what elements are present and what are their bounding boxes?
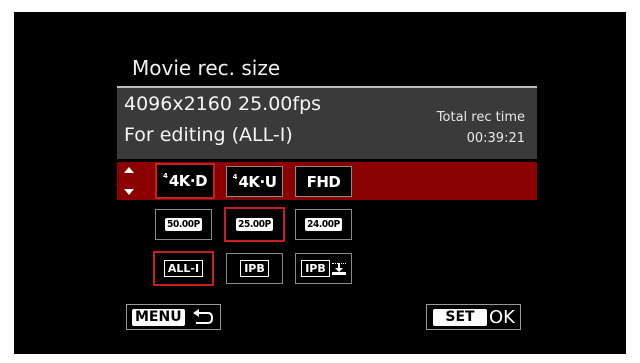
size-option-label: 4K·U (238, 172, 277, 191)
compression-option-ipb[interactable]: IPB (226, 253, 283, 284)
mode-text: For editing (ALL-I) (124, 124, 293, 146)
info-panel: 4096x2160 25.00fps For editing (ALL-I) T… (117, 88, 537, 159)
total-rec-time-value: 00:39:21 (466, 131, 525, 146)
scroll-arrows[interactable] (121, 164, 139, 198)
set-label: SET (433, 309, 487, 326)
ok-label: OK (489, 307, 515, 328)
compression-option-label: IPB (301, 260, 330, 277)
total-rec-time-label: Total rec time (436, 110, 525, 125)
page-title: Movie rec. size (132, 56, 281, 80)
down-arrow-icon (124, 189, 134, 195)
size-option-4k-uhd[interactable]: 44K·U (226, 166, 283, 197)
fps-option-24p[interactable]: 24.00P (295, 209, 352, 240)
size-option-4k-dci[interactable]: 44K·D (155, 163, 215, 199)
light-download-icon (331, 262, 346, 275)
resolution-text: 4096x2160 25.00fps (124, 93, 322, 115)
size-prefix: 4 (232, 172, 238, 181)
fps-option-label: 50.00P (165, 218, 202, 231)
fps-option-label: 25.00P (236, 218, 273, 231)
fps-option-25p[interactable]: 25.00P (224, 207, 285, 242)
menu-label: MENU (132, 309, 185, 326)
menu-back-button[interactable]: MENU (126, 304, 221, 330)
size-prefix: 4 (162, 172, 168, 180)
return-arrow-icon (193, 309, 214, 324)
up-arrow-icon (124, 167, 134, 173)
size-option-label: 4K·D (168, 172, 208, 190)
compression-option-ipb-light[interactable]: IPB (295, 253, 352, 284)
compression-option-all-i[interactable]: ALL-I (153, 251, 214, 286)
size-option-fhd[interactable]: FHD (295, 166, 352, 197)
fps-option-label: 24.00P (305, 218, 342, 231)
screenshot-frame: Movie rec. size 4096x2160 25.00fps For e… (0, 0, 640, 363)
compression-option-label: IPB (240, 260, 269, 277)
fps-option-50p[interactable]: 50.00P (155, 209, 212, 240)
set-ok-button[interactable]: SET OK (426, 304, 521, 330)
compression-option-label: ALL-I (163, 260, 204, 277)
size-option-label: FHD (306, 172, 341, 191)
